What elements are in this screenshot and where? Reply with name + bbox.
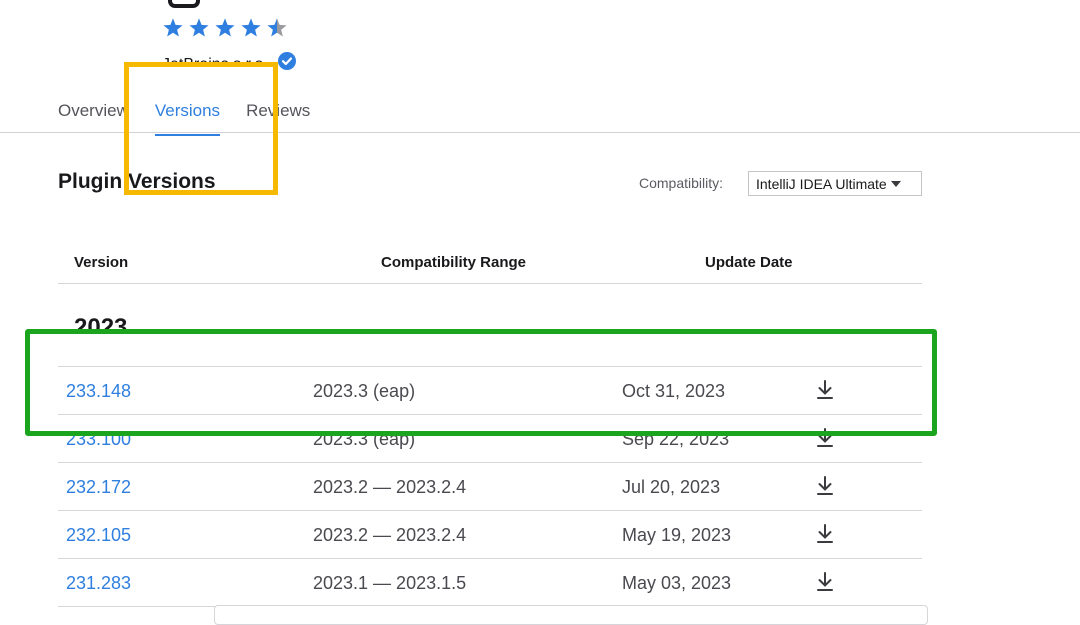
table-header-divider bbox=[58, 283, 922, 284]
download-icon[interactable] bbox=[815, 475, 835, 497]
rating-stars bbox=[162, 16, 288, 44]
update-date: May 19, 2023 bbox=[622, 525, 732, 545]
plugin-logo bbox=[168, 0, 200, 8]
tab-overview[interactable]: Overview bbox=[58, 98, 129, 136]
table-row: 231.283 2023.1 — 2023.1.5 May 03, 2023 bbox=[58, 559, 922, 607]
star-icon bbox=[163, 18, 183, 37]
update-date: Jul 20, 2023 bbox=[622, 477, 721, 497]
compatibility-range: 2023.1 — 2023.1.5 bbox=[313, 573, 467, 593]
star-icon bbox=[241, 18, 261, 37]
column-header-date[interactable]: Update Date bbox=[705, 254, 793, 271]
compatibility-label: Compatibility: bbox=[639, 175, 724, 191]
star-icon bbox=[215, 18, 235, 37]
compatibility-range: 2023.2 — 2023.2.4 bbox=[313, 525, 467, 545]
compatibility-range: 2023.2 — 2023.2.4 bbox=[313, 477, 467, 497]
table-row: 232.105 2023.2 — 2023.2.4 May 19, 2023 bbox=[58, 511, 922, 559]
star-icon bbox=[189, 18, 209, 37]
highlight-box-versions-tab bbox=[124, 62, 278, 195]
star-icon bbox=[267, 18, 287, 37]
version-link[interactable]: 232.172 bbox=[66, 463, 131, 511]
compatibility-select[interactable]: IntelliJ IDEA Ultimate bbox=[748, 171, 922, 196]
download-icon[interactable] bbox=[815, 523, 835, 545]
highlight-box-latest-version bbox=[25, 329, 937, 436]
compatibility-select-value: IntelliJ IDEA Ultimate bbox=[756, 175, 887, 192]
caret-down-icon bbox=[890, 180, 901, 187]
version-link[interactable]: 231.283 bbox=[66, 559, 131, 607]
download-icon[interactable] bbox=[815, 571, 835, 593]
version-link[interactable]: 232.105 bbox=[66, 511, 131, 559]
column-header-range[interactable]: Compatibility Range bbox=[381, 254, 526, 271]
pagination-panel bbox=[214, 605, 928, 625]
table-row: 232.172 2023.2 — 2023.2.4 Jul 20, 2023 bbox=[58, 463, 922, 511]
column-header-version[interactable]: Version bbox=[74, 254, 128, 271]
update-date: May 03, 2023 bbox=[622, 573, 732, 593]
verified-badge-icon bbox=[277, 52, 296, 70]
